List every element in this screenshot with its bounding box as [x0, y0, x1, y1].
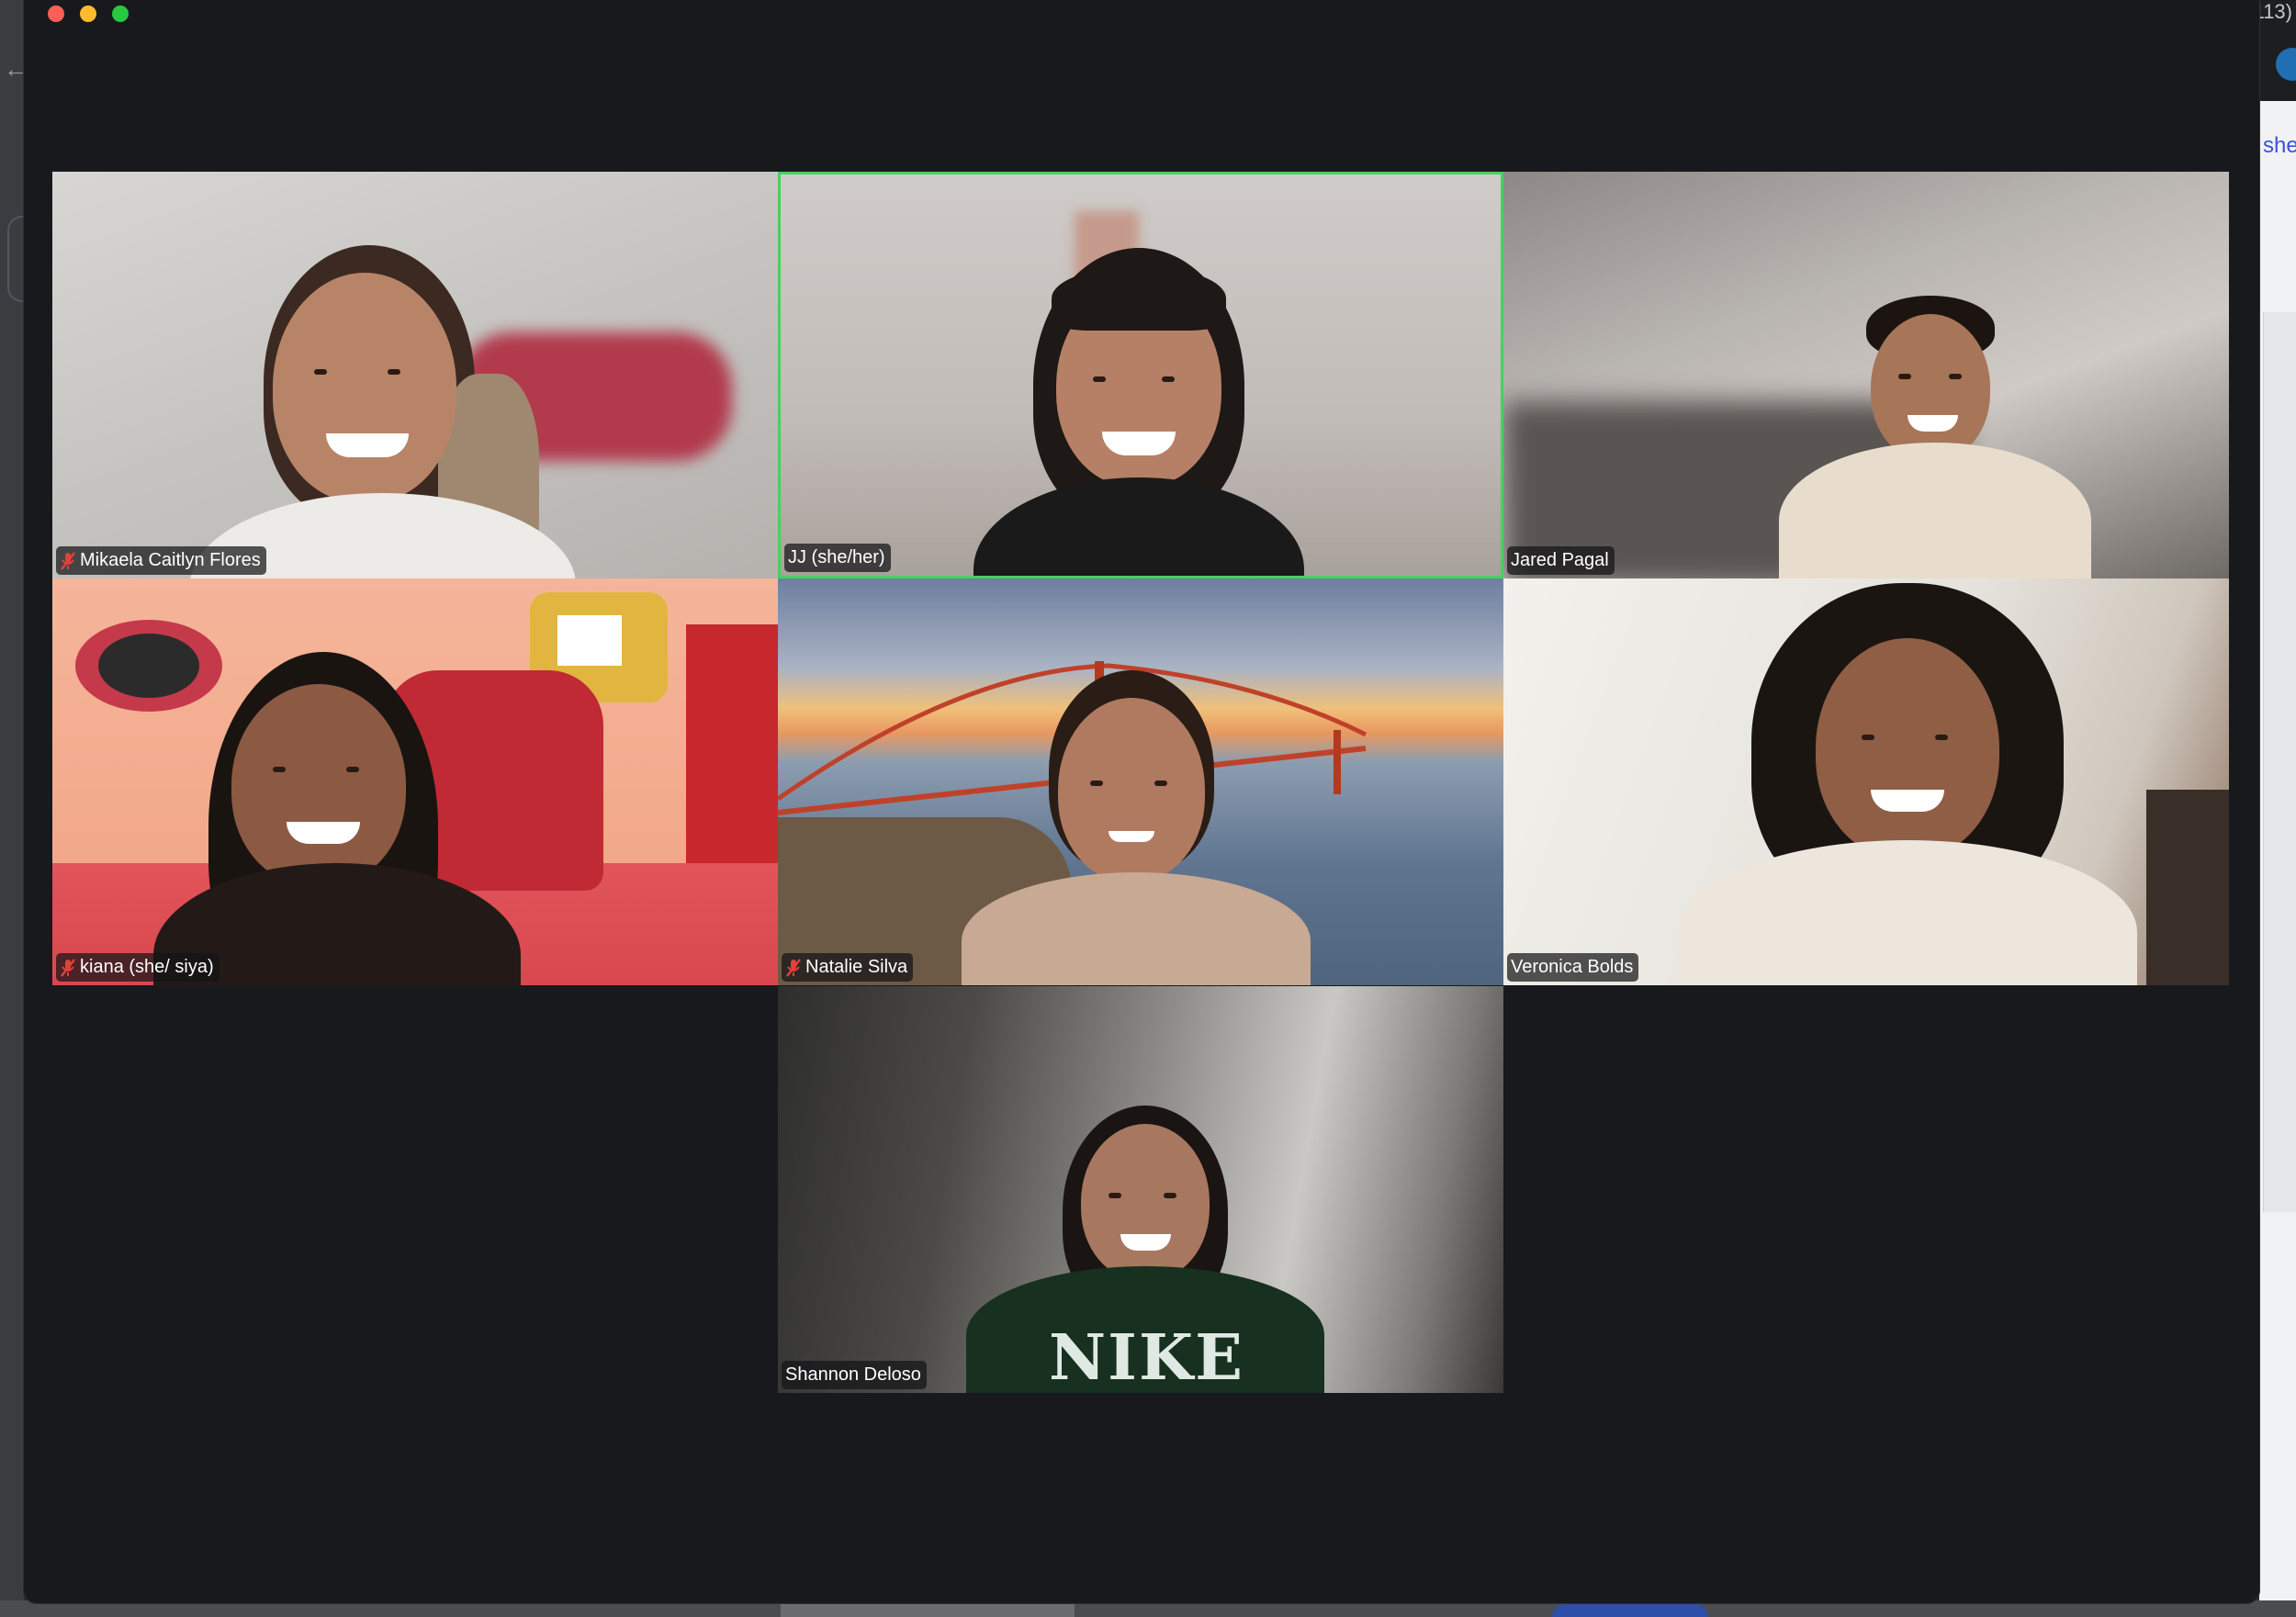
participant-name: Mikaela Caitlyn Flores — [80, 550, 261, 570]
background-browser-window: 113) she — [2254, 0, 2296, 1617]
video-tile-kiana[interactable]: kiana (she/ siya) — [52, 578, 778, 985]
participant-name-tag: Mikaela Caitlyn Flores — [56, 546, 266, 575]
participant-name: Veronica Bolds — [1511, 957, 1634, 977]
participant-name-tag: Veronica Bolds — [1507, 953, 1639, 982]
background-shape — [1552, 1604, 1708, 1617]
video-tile-jj[interactable]: JJ (she/her) — [778, 172, 1503, 578]
picture-frame-inner — [557, 615, 622, 666]
participant-name: Shannon Deloso — [785, 1364, 921, 1385]
background-link-text: she — [2263, 133, 2296, 158]
background-thumbnail — [781, 1604, 1075, 1617]
muted-microphone-icon — [61, 551, 75, 570]
background-panel — [2263, 312, 2296, 1212]
video-tile-natalie[interactable]: Natalie Silva — [778, 578, 1503, 985]
video-tile-veronica[interactable]: Veronica Bolds — [1503, 578, 2229, 985]
video-tile-mikaela[interactable]: Mikaela Caitlyn Flores — [52, 172, 778, 578]
muted-microphone-icon — [61, 958, 75, 977]
participant-name: Jared Pagal — [1511, 550, 1609, 570]
maximize-window-button[interactable] — [112, 6, 129, 22]
video-tile-jared[interactable]: Jared Pagal — [1503, 172, 2229, 578]
participant-name-tag: Jared Pagal — [1507, 546, 1615, 575]
minimize-window-button[interactable] — [80, 6, 96, 22]
background-furniture — [2146, 790, 2229, 985]
shirt-logo-text: NIKE — [1049, 1321, 1244, 1393]
participant-name-tag: kiana (she/ siya) — [56, 953, 219, 982]
curtain — [686, 624, 778, 863]
desktop-background-left: ← — [0, 0, 28, 1617]
meeting-window: Mikaela Caitlyn Flores JJ (she/her) Jare… — [24, 0, 2259, 1603]
close-window-button[interactable] — [48, 6, 64, 22]
participant-name-tag: Shannon Deloso — [782, 1361, 927, 1389]
video-tile-shannon[interactable]: NIKE Shannon Deloso — [778, 986, 1503, 1393]
mirror-glass — [98, 634, 199, 698]
participant-name-tag: JJ (she/her) — [784, 544, 891, 572]
participant-name-tag: Natalie Silva — [782, 953, 914, 982]
participant-name: JJ (she/her) — [788, 547, 885, 567]
muted-microphone-icon — [786, 958, 801, 977]
participant-name: Natalie Silva — [805, 957, 908, 977]
participant-name: kiana (she/ siya) — [80, 957, 214, 977]
